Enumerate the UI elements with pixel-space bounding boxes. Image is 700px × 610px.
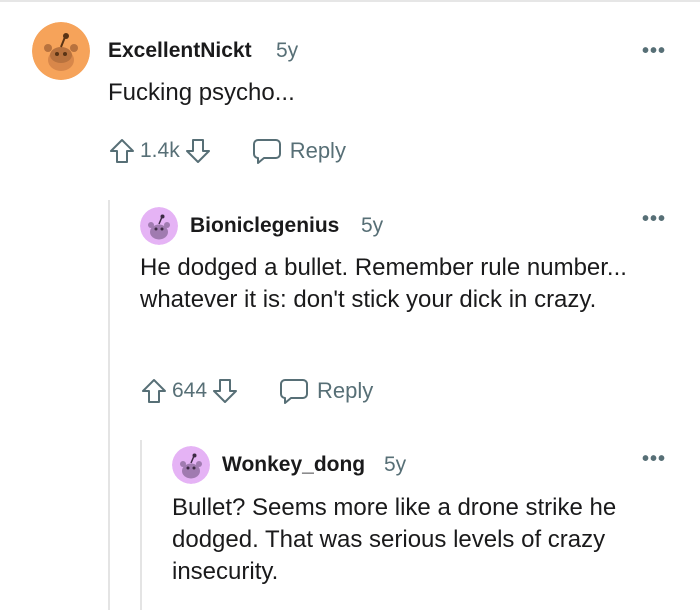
upvote-icon[interactable]: [140, 377, 168, 405]
more-options-icon[interactable]: •••: [642, 448, 666, 471]
comment-age: 5y: [361, 214, 384, 237]
vote-score: 1.4k: [140, 139, 180, 162]
downvote-icon[interactable]: [184, 137, 212, 165]
user-avatar[interactable]: [172, 446, 210, 484]
more-options-icon[interactable]: •••: [642, 40, 666, 63]
comment-body: Bullet? Seems more like a drone strike h…: [172, 494, 617, 585]
reply-label: Reply: [317, 378, 374, 403]
reply-button[interactable]: Reply: [279, 377, 373, 405]
comment-actions: 644 Reply: [140, 371, 373, 411]
reply-label: Reply: [289, 138, 346, 163]
comment-username[interactable]: Wonkey_dong: [222, 453, 365, 477]
vote-score: 644: [172, 379, 208, 402]
comment-actions: 1.4k Reply: [108, 131, 346, 171]
thread-line-level-1[interactable]: [108, 200, 110, 610]
reply-button[interactable]: Reply: [252, 137, 346, 165]
comment-username[interactable]: ExcellentNickt: [108, 39, 252, 63]
comment-username[interactable]: Bioniclegenius: [190, 214, 339, 238]
comment-body: Fucking psycho...: [108, 79, 295, 106]
speech-bubble-icon: [279, 377, 309, 405]
comment-age: 5y: [384, 453, 407, 476]
comment-age: 5y: [276, 39, 299, 62]
comment-body: He dodged a bullet. Remember rule number…: [140, 254, 627, 313]
speech-bubble-icon: [252, 137, 282, 165]
user-avatar[interactable]: [32, 22, 90, 80]
upvote-icon[interactable]: [108, 137, 136, 165]
more-options-icon[interactable]: •••: [642, 208, 666, 231]
user-avatar[interactable]: [140, 207, 178, 245]
top-divider: [0, 0, 700, 2]
downvote-icon[interactable]: [211, 377, 239, 405]
thread-line-level-2[interactable]: [140, 440, 142, 610]
